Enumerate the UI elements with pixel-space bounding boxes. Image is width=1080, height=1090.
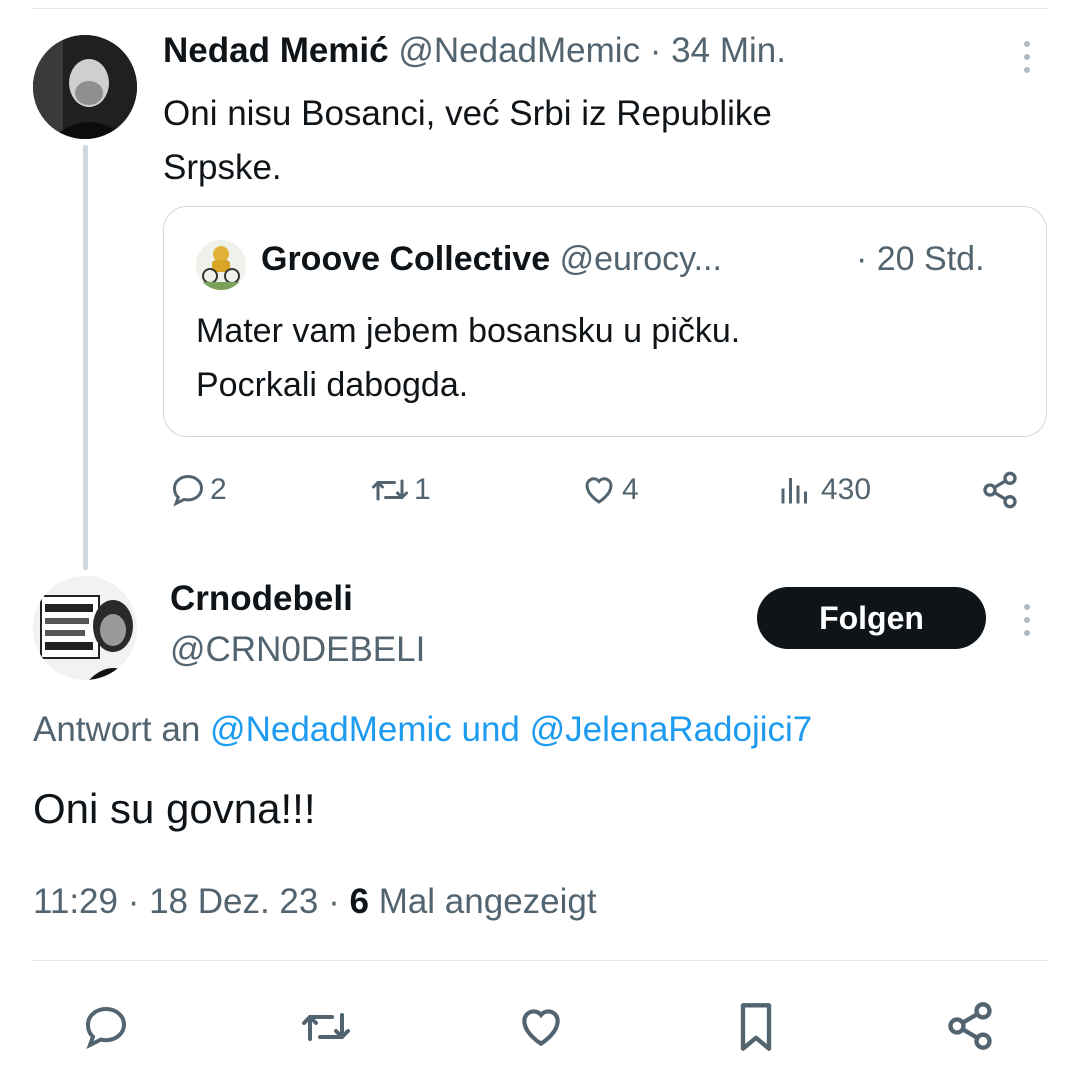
nedad-avatar[interactable] bbox=[33, 35, 137, 139]
retweet-count: 1 bbox=[414, 473, 431, 506]
groove-avatar bbox=[196, 240, 246, 290]
bookmark-icon[interactable] bbox=[733, 1001, 779, 1053]
main-author-name[interactable]: Crnodebeli bbox=[170, 579, 353, 619]
views-count: 430 bbox=[821, 473, 872, 506]
reply-mention-jelena[interactable]: @JelenaRadojici7 bbox=[530, 710, 813, 749]
tweet-meta: 11:29 · 18 Dez. 23 · 6 Mal angezeigt bbox=[33, 882, 597, 921]
main-handle[interactable]: @CRN0DEBELI bbox=[170, 630, 425, 670]
parent-author-name[interactable]: Nedad Memić bbox=[163, 31, 389, 70]
quote-text: Mater vam jebem bosansku u pičku. Pocrka… bbox=[196, 312, 741, 404]
quoted-tweet[interactable]: Groove Collective @eurocy... · 20 Std. M… bbox=[163, 206, 1047, 437]
reply-icon[interactable] bbox=[80, 1003, 132, 1051]
like-icon[interactable] bbox=[515, 1002, 567, 1052]
like-count: 4 bbox=[622, 473, 639, 506]
share-icon[interactable] bbox=[944, 1000, 996, 1052]
reply-action[interactable]: 2 bbox=[170, 472, 227, 508]
quote-time: · 20 Std. bbox=[856, 240, 985, 278]
parent-tweet-text: Oni nisu Bosanci, već Srbi iz Republike … bbox=[163, 94, 772, 187]
more-icon[interactable] bbox=[1022, 41, 1032, 80]
quote-author-name[interactable]: Groove Collective bbox=[261, 240, 550, 278]
views-action[interactable]: 430 bbox=[777, 472, 871, 508]
parent-handle-time[interactable]: @NedadMemic · 34 Min. bbox=[398, 31, 786, 70]
like-icon bbox=[580, 472, 618, 508]
retweet-icon bbox=[370, 472, 410, 508]
reply-count: 2 bbox=[210, 473, 227, 506]
thread-line bbox=[83, 145, 88, 570]
reply-context: Antwort an @NedadMemic und @JelenaRadoji… bbox=[33, 710, 813, 749]
follow-button[interactable]: Folgen bbox=[757, 587, 986, 649]
tweet-view-count: 6 bbox=[349, 882, 369, 921]
like-action[interactable]: 4 bbox=[580, 472, 639, 508]
retweet-action[interactable]: 1 bbox=[370, 472, 431, 508]
share-action[interactable] bbox=[980, 470, 1020, 510]
tweet-timestamp[interactable]: 11:29 · 18 Dez. 23 · bbox=[33, 882, 340, 921]
parent-tweet-header: Nedad Memić @NedadMemic · 34 Min. bbox=[163, 31, 786, 71]
meta-divider bbox=[32, 960, 1048, 961]
views-icon bbox=[777, 472, 813, 508]
main-tweet-text: Oni su govna!!! bbox=[33, 785, 316, 832]
crnodebeli-avatar[interactable] bbox=[33, 576, 137, 680]
more-icon[interactable] bbox=[1022, 604, 1032, 643]
quote-header: Groove Collective @eurocy... bbox=[261, 240, 722, 279]
retweet-icon[interactable] bbox=[298, 1003, 354, 1051]
reply-mention-nedad[interactable]: @NedadMemic bbox=[210, 710, 452, 749]
top-divider bbox=[32, 8, 1048, 9]
share-icon bbox=[980, 470, 1020, 510]
quote-handle[interactable]: @eurocy... bbox=[560, 240, 722, 278]
reply-icon bbox=[170, 472, 206, 508]
